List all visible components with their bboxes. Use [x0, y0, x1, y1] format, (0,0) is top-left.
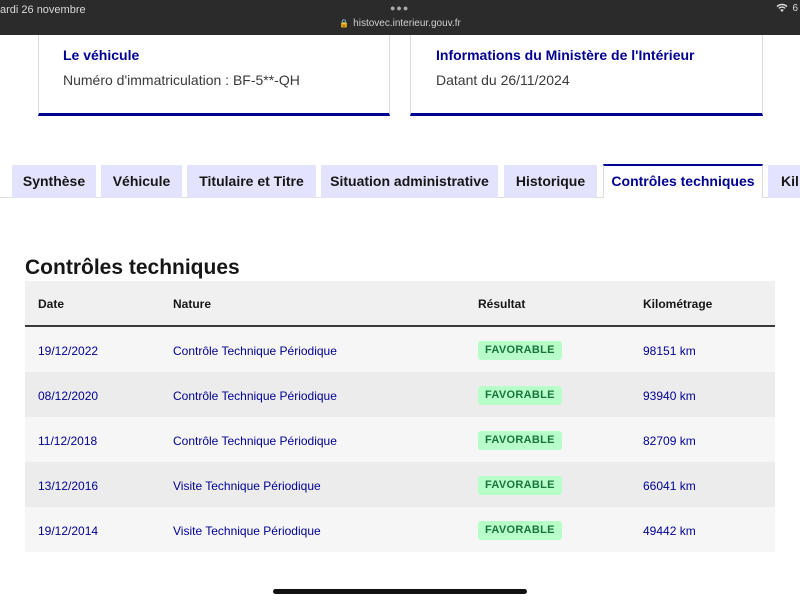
inspections-table: Date Nature Résultat Kilométrage 19/12/2…	[25, 281, 775, 552]
tab-kilometrage[interactable]: Kil	[768, 165, 800, 198]
battery-indicator: 6	[792, 3, 798, 14]
cell-mileage: 49442 km	[643, 524, 696, 538]
cell-nature: Contrôle Technique Périodique	[173, 344, 337, 358]
ministry-date: Datant du 26/11/2024	[436, 72, 570, 88]
tab-synthese[interactable]: Synthèse	[12, 165, 96, 198]
cell-mileage: 66041 km	[643, 479, 696, 493]
header-mileage: Kilométrage	[643, 297, 713, 311]
tab-titulaire-titre[interactable]: Titulaire et Titre	[187, 165, 316, 198]
ministry-card: Informations du Ministère de l'Intérieur…	[410, 35, 763, 116]
cell-date: 19/12/2022	[38, 344, 99, 358]
more-dots-icon[interactable]: ●●●	[390, 3, 409, 13]
cell-mileage: 98151 km	[643, 344, 696, 358]
cell-nature: Visite Technique Périodique	[173, 479, 321, 493]
header-date: Date	[38, 297, 65, 311]
wifi-icon	[776, 3, 788, 16]
vehicle-card-title: Le véhicule	[63, 47, 140, 63]
table-row: 19/12/2014 Visite Technique Périodique F…	[25, 507, 775, 552]
registration-number: Numéro d'immatriculation : BF-5**-QH	[63, 72, 300, 88]
status-bar: ardi 26 novembre ●●● 🔒 histovec.interieur…	[0, 0, 800, 35]
tab-situation-administrative[interactable]: Situation administrative	[321, 165, 498, 198]
lock-icon: 🔒	[339, 19, 350, 28]
cell-nature: Contrôle Technique Périodique	[173, 434, 337, 448]
cell-date: 08/12/2020	[38, 389, 99, 403]
result-badge: FAVORABLE	[478, 521, 562, 540]
cell-nature: Contrôle Technique Périodique	[173, 389, 337, 403]
cell-mileage: 82709 km	[643, 434, 696, 448]
vehicle-card: Le véhicule Numéro d'immatriculation : B…	[38, 35, 390, 116]
ministry-card-title: Informations du Ministère de l'Intérieur	[436, 47, 695, 63]
table-row: 13/12/2016 Visite Technique Périodique F…	[25, 462, 775, 507]
result-badge: FAVORABLE	[478, 476, 562, 495]
cell-date: 13/12/2016	[38, 479, 99, 493]
cell-mileage: 93940 km	[643, 389, 696, 403]
header-nature: Nature	[173, 297, 212, 311]
table-row: 08/12/2020 Contrôle Technique Périodique…	[25, 372, 775, 417]
cell-nature: Visite Technique Périodique	[173, 524, 321, 538]
result-badge: FAVORABLE	[478, 341, 562, 360]
tab-bar: Synthèse Véhicule Titulaire et Titre Sit…	[0, 164, 800, 199]
header-result: Résultat	[478, 297, 526, 311]
url-text: histovec.interieur.gouv.fr	[353, 18, 461, 29]
table-row: 19/12/2022 Contrôle Technique Périodique…	[25, 327, 775, 372]
result-badge: FAVORABLE	[478, 386, 562, 405]
address-bar[interactable]: 🔒 histovec.interieur.gouv.fr	[0, 18, 800, 29]
table-row: 11/12/2018 Contrôle Technique Périodique…	[25, 417, 775, 462]
section-title: Contrôles techniques	[25, 256, 240, 279]
cell-date: 11/12/2018	[38, 434, 98, 448]
cell-date: 19/12/2014	[38, 524, 99, 538]
table-header: Date Nature Résultat Kilométrage	[25, 281, 775, 327]
status-date: ardi 26 novembre	[0, 4, 86, 16]
tab-controles-techniques[interactable]: Contrôles techniques	[603, 164, 763, 199]
status-icons: 6	[776, 3, 798, 16]
result-badge: FAVORABLE	[478, 431, 562, 450]
tab-vehicule[interactable]: Véhicule	[101, 165, 182, 198]
tab-historique[interactable]: Historique	[504, 165, 597, 198]
home-indicator[interactable]	[273, 589, 527, 594]
